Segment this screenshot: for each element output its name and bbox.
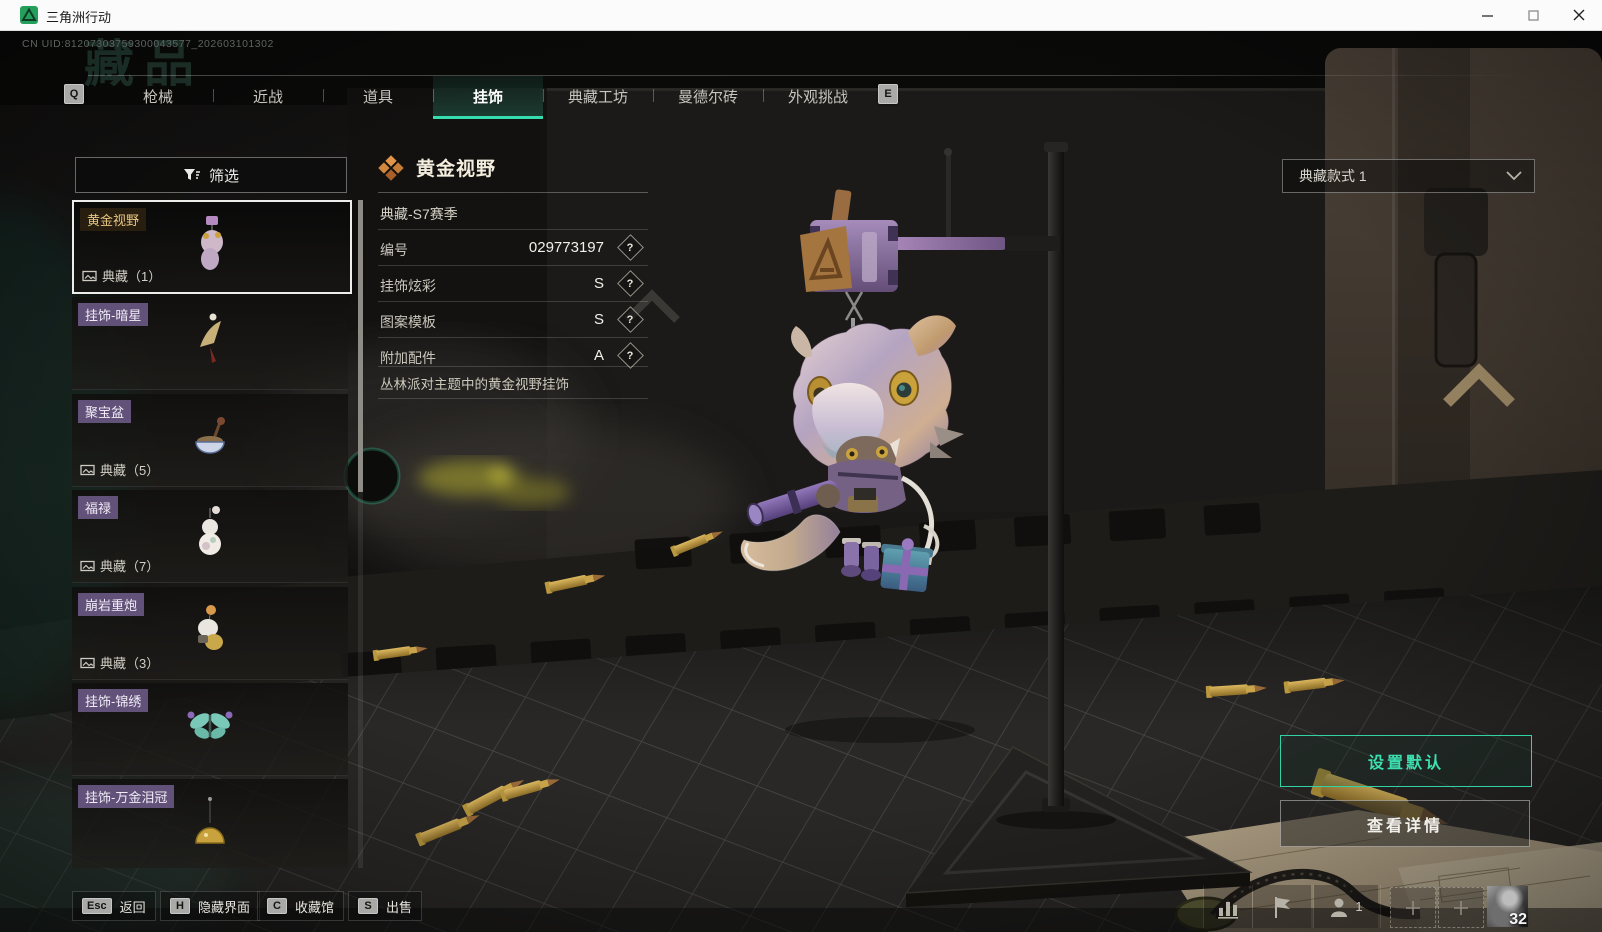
item-thumbnail: [199, 506, 221, 555]
list-item-golden-tear-crown[interactable]: 挂饰-万金泪冠: [72, 779, 348, 868]
player-level-badge: 32: [1509, 911, 1527, 928]
esc-keycap: Esc: [82, 898, 112, 914]
plus-icon: [1406, 900, 1420, 915]
tab-mandel-brick[interactable]: 曼德尔砖: [653, 76, 763, 116]
filter-button[interactable]: 筛选: [75, 157, 347, 193]
filter-icon: [183, 168, 200, 180]
collection-diamond-icon: [378, 154, 404, 181]
collection-count-badge: 典藏（1）: [82, 266, 161, 285]
game-window: 三角洲行动 藏品 CN UID:81207303759300043577_202…: [0, 0, 1602, 932]
item-description: 丛林派对主题中的黄金视野挂饰: [380, 377, 569, 392]
category-tabbar: 枪械 近战 道具 挂饰 典藏工坊 曼德尔砖 外观挑战: [103, 76, 873, 119]
detail-row-value: 029773197: [528, 239, 604, 256]
list-item-jinxiu-butterfly[interactable]: 挂饰-锦绣: [72, 683, 348, 776]
picture-icon: [80, 560, 95, 571]
bar-chart-icon: [1218, 901, 1238, 919]
hotkey-collection-hall[interactable]: C 收藏馆: [257, 891, 345, 921]
item-name-tag: 聚宝盆: [78, 400, 132, 423]
tab-items[interactable]: 道具: [323, 76, 433, 116]
window-titlebar: 三角洲行动: [0, 0, 1602, 31]
item-thumbnail: [187, 711, 233, 739]
tab-appearance-challenge[interactable]: 外观挑战: [763, 76, 873, 116]
next-tab-keyhint: E: [878, 84, 898, 104]
prev-tab-keyhint: Q: [64, 84, 84, 104]
friends-count: 1: [1355, 899, 1363, 914]
window-title: 三角洲行动: [46, 10, 112, 25]
item-season: 典藏-S7赛季: [380, 206, 458, 222]
item-name-tag: 福禄: [78, 496, 119, 519]
tab-guns[interactable]: 枪械: [103, 76, 213, 116]
tab-charms[interactable]: 挂饰: [433, 76, 543, 119]
detail-row-label: 图案模板: [380, 314, 436, 330]
chevron-down-icon: [1506, 171, 1522, 181]
collection-count-badge: 典藏（7）: [80, 556, 159, 575]
hotkey-return[interactable]: Esc 返回: [72, 891, 156, 921]
collection-count-badge: 典藏（3）: [80, 653, 159, 672]
tab-melee[interactable]: 近战: [213, 76, 323, 116]
item-name-tag: 黄金视野: [80, 208, 147, 231]
list-item-treasure-bowl[interactable]: 聚宝盆 典藏（5）: [72, 394, 348, 487]
picture-icon: [80, 464, 95, 475]
item-title: 黄金视野: [416, 159, 497, 180]
charm-list: 黄金视野 典藏（1） 挂饰-暗星 聚宝盆 典藏（5） 福禄 典藏（7） 崩岩重炮…: [72, 200, 364, 868]
view-details-button[interactable]: 查看详情: [1280, 800, 1530, 847]
list-scrollbar-thumb[interactable]: [358, 200, 363, 492]
hotkey-sell[interactable]: S 出售: [348, 891, 423, 921]
list-item-golden-vision[interactable]: 黄金视野 典藏（1）: [72, 200, 352, 294]
item-thumbnail: [200, 313, 221, 363]
friends-button[interactable]: 1: [1314, 885, 1378, 928]
item-thumbnail: [198, 605, 223, 650]
stats-button[interactable]: [1204, 885, 1252, 928]
player-avatar[interactable]: 32: [1487, 886, 1528, 928]
minimize-button[interactable]: [1464, 0, 1510, 30]
item-thumbnail: [195, 417, 225, 454]
detail-row-label: 挂饰炫彩: [380, 278, 436, 294]
help-icon[interactable]: ?: [617, 234, 644, 261]
collection-count-badge: 典藏（5）: [80, 460, 159, 479]
player-uid: CN UID:81207303759300043577_202603101302: [22, 38, 274, 50]
detail-row-value: A: [593, 347, 604, 364]
add-teammate-slot-1[interactable]: [1390, 887, 1436, 928]
help-icon[interactable]: ?: [617, 342, 644, 369]
detail-row-value: S: [593, 275, 604, 292]
c-keycap: C: [267, 898, 287, 914]
item-detail-panel: 黄金视野 典藏-S7赛季 编号 029773197 ? 挂饰炫彩 S ? 图案模…: [378, 150, 648, 415]
item-thumbnail: [201, 216, 223, 270]
item-thumbnail: [195, 797, 225, 844]
list-item-dark-star[interactable]: 挂饰-暗星: [72, 297, 348, 390]
list-item-rock-cannon[interactable]: 崩岩重炮 典藏（3）: [72, 587, 348, 680]
add-teammate-slot-2[interactable]: [1438, 887, 1484, 928]
s-keycap: S: [358, 898, 378, 914]
plus-icon: [1454, 900, 1468, 915]
report-button[interactable]: [1253, 885, 1311, 928]
item-name-tag: 挂饰-暗星: [78, 303, 149, 326]
people-icon: [1331, 898, 1348, 917]
flag-icon: [1275, 896, 1290, 918]
style-dropdown-value: 典藏款式 1: [1299, 168, 1367, 184]
style-dropdown[interactable]: 典藏款式 1: [1282, 159, 1535, 193]
help-icon[interactable]: ?: [617, 306, 644, 333]
list-item-fulu-gourd[interactable]: 福禄 典藏（7）: [72, 490, 348, 583]
maximize-button[interactable]: [1510, 0, 1556, 30]
item-name-tag: 挂饰-锦绣: [78, 689, 149, 712]
detail-row-value: S: [593, 311, 604, 328]
item-name-tag: 挂饰-万金泪冠: [78, 785, 175, 808]
tab-collection-workshop[interactable]: 典藏工坊: [543, 76, 653, 116]
filter-label: 筛选: [208, 167, 239, 185]
detail-row-label: 编号: [380, 242, 408, 258]
hotkey-hide-ui[interactable]: H 隐藏界面: [160, 891, 261, 921]
detail-row-label: 附加配件: [380, 350, 436, 366]
close-button[interactable]: [1556, 0, 1602, 30]
picture-icon: [82, 270, 97, 281]
set-default-button[interactable]: 设置默认: [1280, 735, 1532, 787]
picture-icon: [80, 657, 95, 668]
h-keycap: H: [170, 898, 190, 914]
app-logo-icon: [20, 6, 38, 24]
item-name-tag: 崩岩重炮: [78, 593, 145, 616]
help-icon[interactable]: ?: [617, 270, 644, 297]
